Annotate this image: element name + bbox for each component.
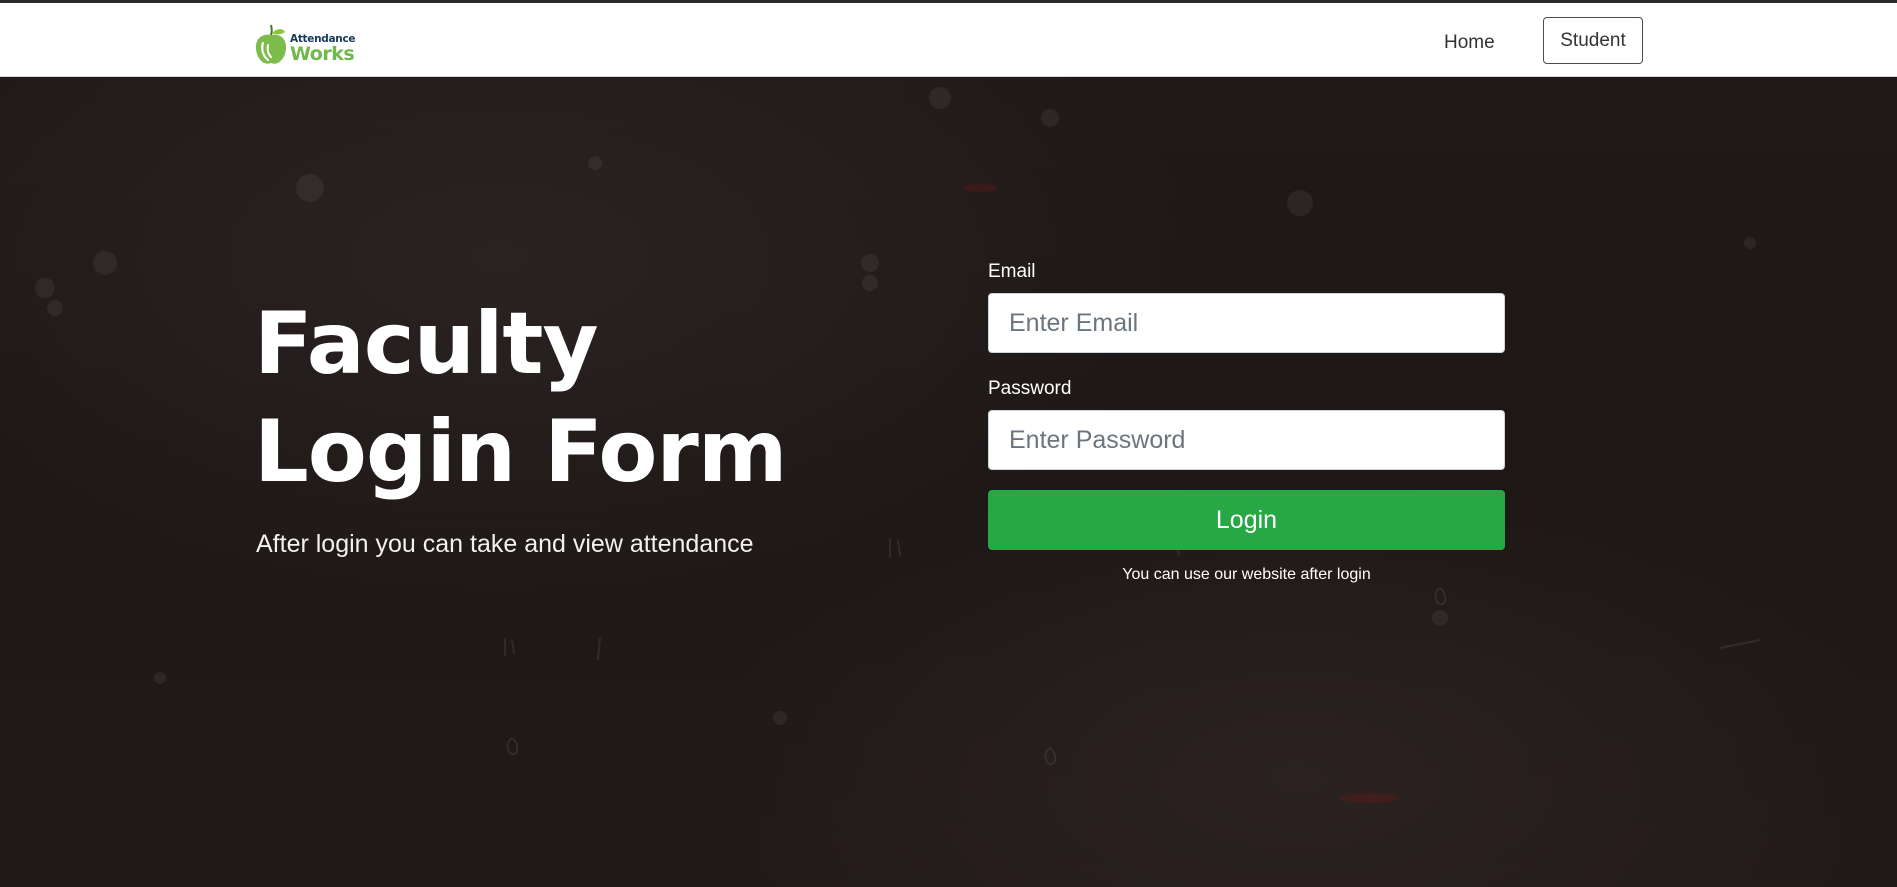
login-form: Email Password Login You can use our web… — [988, 258, 1505, 584]
email-label: Email — [988, 261, 1036, 282]
title-line-1: Faculty — [254, 294, 599, 394]
login-button[interactable]: Login — [988, 490, 1505, 550]
logo-text-bottom: Works — [290, 43, 355, 65]
email-field[interactable] — [988, 293, 1505, 353]
password-label: Password — [988, 378, 1072, 399]
page-subtitle: After login you can take and view attend… — [256, 530, 754, 558]
nav-button-student[interactable]: Student — [1543, 17, 1643, 64]
brand-logo[interactable]: Attendance Works — [254, 23, 358, 67]
password-field[interactable] — [988, 410, 1505, 470]
nav-link-home[interactable]: Home — [1444, 28, 1495, 58]
navbar: Attendance Works Home Student — [0, 3, 1897, 77]
title-line-2: Login Form — [254, 402, 787, 502]
login-note: You can use our website after login — [1122, 566, 1371, 583]
hero-section: Faculty Login Form After login you can t… — [0, 78, 1897, 887]
apple-logo-icon — [255, 24, 287, 64]
page-title: Faculty Login Form — [254, 290, 954, 506]
